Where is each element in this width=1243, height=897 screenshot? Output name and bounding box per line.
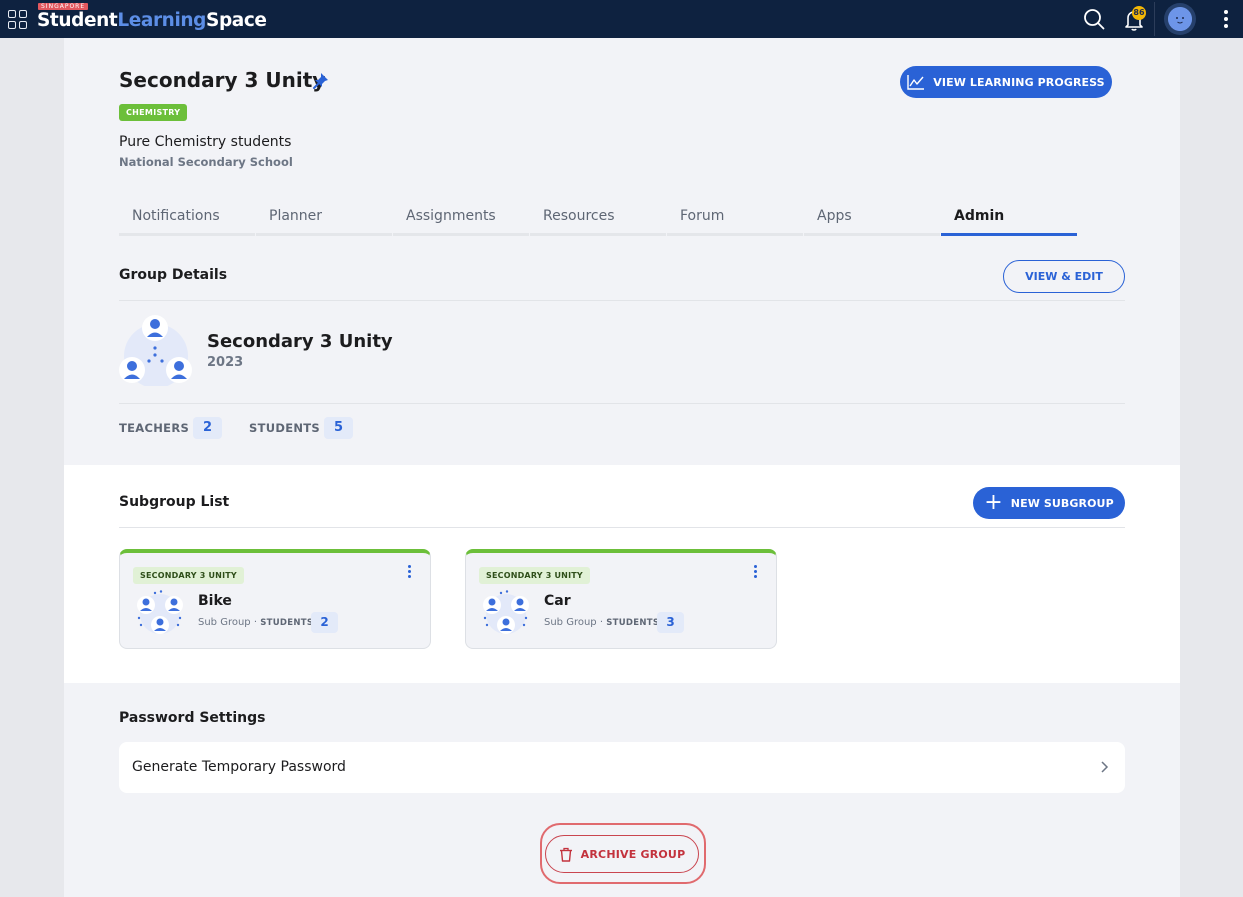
subgroup-illustration-icon bbox=[483, 590, 529, 634]
tab-forum[interactable]: Forum bbox=[667, 198, 803, 236]
tab-apps[interactable]: Apps bbox=[804, 198, 940, 236]
notification-count-badge: 86 bbox=[1132, 6, 1146, 20]
password-settings-heading: Password Settings bbox=[119, 710, 266, 726]
view-edit-button[interactable]: VIEW & EDIT bbox=[1003, 260, 1125, 293]
divider bbox=[119, 403, 1125, 404]
subgroup-section: Subgroup List + NEW SUBGROUP SECONDARY 3… bbox=[64, 465, 1180, 683]
generate-temporary-password-row[interactable]: Generate Temporary Password bbox=[119, 742, 1125, 793]
subgroup-meta: Sub Group · STUDENTS bbox=[198, 617, 314, 628]
divider bbox=[119, 300, 1125, 301]
group-details-heading: Group Details bbox=[119, 267, 228, 283]
generate-temporary-password-label: Generate Temporary Password bbox=[132, 759, 346, 775]
view-learning-progress-button[interactable]: VIEW LEARNING PROGRESS bbox=[900, 66, 1112, 98]
group-illustration-icon bbox=[119, 315, 192, 386]
subgroup-students-count: 2 bbox=[311, 612, 338, 633]
pin-icon[interactable] bbox=[312, 72, 330, 90]
subgroup-meta: Sub Group · STUDENTS bbox=[544, 617, 660, 628]
subgroup-card[interactable]: SECONDARY 3 UNITY Bike Sub Group · STUDE… bbox=[119, 549, 431, 649]
subject-tag: CHEMISTRY bbox=[119, 104, 188, 121]
logo-country: SINGAPORE bbox=[38, 3, 89, 10]
view-learning-progress-label: VIEW LEARNING PROGRESS bbox=[933, 75, 1105, 89]
archive-group-button[interactable]: ARCHIVE GROUP bbox=[545, 835, 699, 873]
logo-text: StudentLearningSpace bbox=[37, 10, 267, 31]
tab-admin[interactable]: Admin bbox=[941, 198, 1077, 236]
parent-group-tag: SECONDARY 3 UNITY bbox=[133, 567, 244, 584]
line-chart-icon bbox=[907, 75, 925, 90]
tab-planner[interactable]: Planner bbox=[256, 198, 392, 236]
group-description: Pure Chemistry students bbox=[119, 134, 292, 150]
parent-group-tag: SECONDARY 3 UNITY bbox=[479, 567, 590, 584]
page-title: Secondary 3 Unity bbox=[119, 68, 326, 92]
subgroup-illustration-icon bbox=[137, 590, 183, 634]
tab-notifications[interactable]: Notifications bbox=[119, 198, 255, 236]
tab-assignments[interactable]: Assignments bbox=[393, 198, 529, 236]
tab-bar: Notifications Planner Assignments Resour… bbox=[119, 198, 1077, 236]
new-subgroup-button[interactable]: + NEW SUBGROUP bbox=[973, 487, 1125, 519]
main-panel: Secondary 3 Unity CHEMISTRY Pure Chemist… bbox=[64, 38, 1180, 897]
subgroup-name: Car bbox=[544, 593, 571, 609]
plus-icon: + bbox=[984, 490, 1003, 515]
new-subgroup-label: NEW SUBGROUP bbox=[1010, 496, 1114, 510]
search-icon[interactable] bbox=[1080, 5, 1108, 33]
more-vertical-icon[interactable] bbox=[1218, 8, 1234, 30]
tab-resources[interactable]: Resources bbox=[530, 198, 666, 236]
teachers-label: TEACHERS bbox=[119, 421, 190, 435]
subgroup-card[interactable]: SECONDARY 3 UNITY Car Sub Group · STUDEN… bbox=[465, 549, 777, 649]
divider bbox=[1154, 2, 1155, 36]
more-vertical-icon[interactable] bbox=[406, 564, 412, 582]
chevron-right-icon bbox=[1101, 761, 1109, 773]
school-name: National Secondary School bbox=[119, 155, 293, 169]
students-label: STUDENTS bbox=[249, 421, 321, 435]
avatar-face-icon bbox=[1168, 7, 1192, 31]
avatar[interactable] bbox=[1164, 3, 1196, 35]
more-vertical-icon[interactable] bbox=[752, 564, 758, 582]
group-year: 2023 bbox=[207, 355, 244, 370]
archive-group-label: ARCHIVE GROUP bbox=[580, 847, 686, 861]
trash-icon bbox=[559, 847, 572, 862]
apps-grid-icon[interactable] bbox=[8, 10, 27, 29]
top-navigation-bar: SINGAPORE StudentLearningSpace 86 bbox=[0, 0, 1243, 38]
subgroup-students-count: 3 bbox=[657, 612, 684, 633]
teachers-count[interactable]: 2 bbox=[193, 417, 222, 439]
divider bbox=[119, 527, 1125, 528]
group-name: Secondary 3 Unity bbox=[207, 331, 393, 352]
subgroup-name: Bike bbox=[198, 593, 232, 609]
subgroup-list-heading: Subgroup List bbox=[119, 494, 230, 510]
students-count[interactable]: 5 bbox=[324, 417, 353, 439]
